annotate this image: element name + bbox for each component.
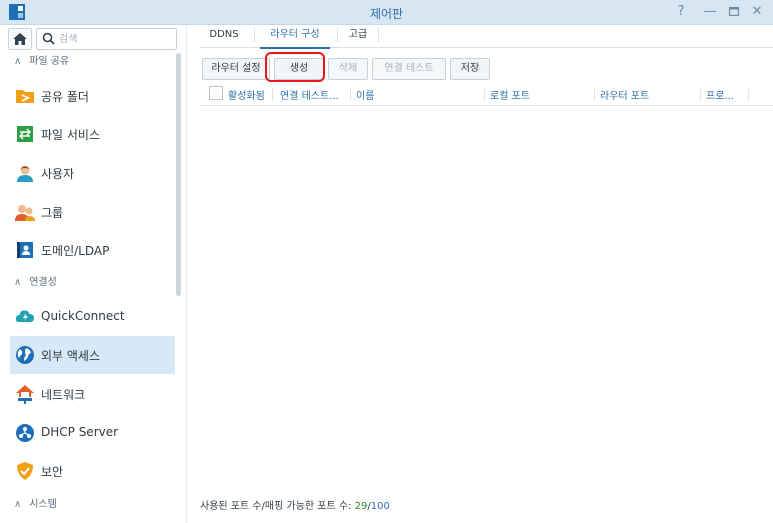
chevron-up-icon: ∧ (14, 277, 22, 288)
home-icon (13, 33, 27, 45)
port-usage-label: 사용된 포트 수/매핑 가능한 포트 수: (200, 501, 355, 512)
search-input[interactable] (59, 31, 169, 47)
sidebar-item-group[interactable]: 그룹 (10, 193, 175, 231)
delete-button[interactable]: 삭제 (328, 58, 368, 80)
sidebar-scrollbar[interactable] (176, 53, 181, 296)
shield-icon (17, 462, 33, 480)
select-all-checkbox[interactable] (209, 86, 223, 100)
tab-advanced[interactable]: 고급 (343, 28, 373, 47)
tab-bar: DDNS 라우터 구성 고급 (200, 25, 773, 49)
main-panel: DDNS 라우터 구성 고급 라우터 설정 생성 삭제 연결 테스트 저장 활성… (187, 25, 773, 523)
tab-ddns[interactable]: DDNS (202, 28, 246, 47)
max-port-count: 100 (370, 501, 390, 512)
quickconnect-icon (15, 310, 35, 322)
save-button[interactable]: 저장 (450, 58, 490, 80)
column-divider (350, 87, 351, 101)
sidebar-item-label: 사용자 (41, 167, 75, 181)
sidebar-item-label: 네트워크 (41, 388, 86, 402)
dhcp-server-icon (16, 424, 34, 442)
sidebar-item-security[interactable]: 보안 (10, 452, 175, 490)
user-icon (17, 165, 33, 182)
network-icon (16, 385, 34, 404)
sidebar-item-label: 보안 (41, 465, 64, 479)
sidebar-item-label: 외부 액세스 (41, 349, 101, 363)
tab-divider (378, 28, 379, 42)
tab-divider (337, 28, 338, 42)
sidebar-item-label: DHCP Server (41, 425, 119, 439)
close-icon[interactable]: ✕ (748, 3, 766, 21)
sidebar: ∧ 파일 공유 공유 폴더 파일 서비스 사용자 그룹 (0, 25, 187, 523)
sidebar-item-file-services[interactable]: 파일 서비스 (10, 115, 175, 153)
column-router-port[interactable]: 라우터 포트 (600, 87, 649, 102)
home-button[interactable] (8, 28, 32, 50)
sidebar-item-label: 그룹 (41, 206, 64, 220)
globe-icon (16, 346, 34, 364)
sidebar-item-shared-folder[interactable]: 공유 폴더 (10, 77, 175, 115)
sidebar-item-label: QuickConnect (41, 309, 125, 323)
group-icon (15, 205, 35, 221)
port-usage-status: 사용된 포트 수/매핑 가능한 포트 수: 29/100 (200, 497, 390, 512)
sidebar-item-quickconnect[interactable]: QuickConnect (10, 298, 175, 336)
section-label: 시스템 (29, 499, 57, 510)
title-bar: 제어판 ? — ✕ (0, 0, 773, 25)
sidebar-item-domain-ldap[interactable]: 도메인/LDAP (10, 231, 175, 269)
sidebar-item-label: 파일 서비스 (41, 128, 101, 142)
shared-folder-icon (16, 90, 34, 103)
sidebar-item-label: 공유 폴더 (41, 90, 89, 104)
sidebar-item-dhcp-server[interactable]: DHCP Server (10, 414, 175, 452)
chevron-up-icon: ∧ (14, 499, 22, 510)
window-title: 제어판 (369, 7, 404, 21)
table-header: 활성화됨 연결 테스트... 이름 로컬 포트 라우터 포트 프로... (200, 83, 773, 106)
section-file-sharing[interactable]: ∧ 파일 공유 (14, 52, 69, 72)
section-connectivity[interactable]: ∧ 연결성 (14, 273, 57, 293)
sidebar-item-label: 도메인/LDAP (41, 244, 110, 258)
section-system[interactable]: ∧ 시스템 (14, 495, 57, 515)
column-divider (700, 87, 701, 101)
tab-router-configuration[interactable]: 라우터 구성 (260, 28, 330, 49)
search-box[interactable] (36, 28, 177, 50)
section-label: 파일 공유 (29, 56, 70, 67)
sidebar-item-external-access[interactable]: 외부 액세스 (10, 336, 175, 374)
column-protocol[interactable]: 프로... (706, 87, 734, 102)
help-icon[interactable]: ? (672, 3, 690, 21)
section-label: 연결성 (29, 277, 57, 288)
column-test-connection[interactable]: 연결 테스트... (280, 87, 339, 102)
column-divider (594, 87, 595, 101)
minimize-icon[interactable]: — (701, 3, 719, 21)
column-divider (748, 87, 749, 101)
create-button-highlight (265, 52, 325, 82)
column-name[interactable]: 이름 (356, 87, 374, 102)
column-local-port[interactable]: 로컬 포트 (490, 87, 530, 102)
column-enabled[interactable]: 활성화됨 (228, 87, 265, 102)
column-divider (272, 87, 273, 101)
sidebar-item-user[interactable]: 사용자 (10, 154, 175, 192)
file-services-icon (17, 126, 33, 142)
domain-ldap-icon (17, 242, 33, 258)
maximize-icon[interactable] (725, 3, 743, 21)
used-port-count: 29 (354, 501, 368, 512)
chevron-up-icon: ∧ (14, 56, 22, 67)
router-settings-button[interactable]: 라우터 설정 (202, 58, 270, 80)
test-connection-button[interactable]: 연결 테스트 (372, 58, 446, 80)
tab-divider (254, 28, 255, 42)
search-icon (42, 32, 55, 45)
sidebar-item-network[interactable]: 네트워크 (10, 375, 175, 413)
column-divider (484, 87, 485, 101)
